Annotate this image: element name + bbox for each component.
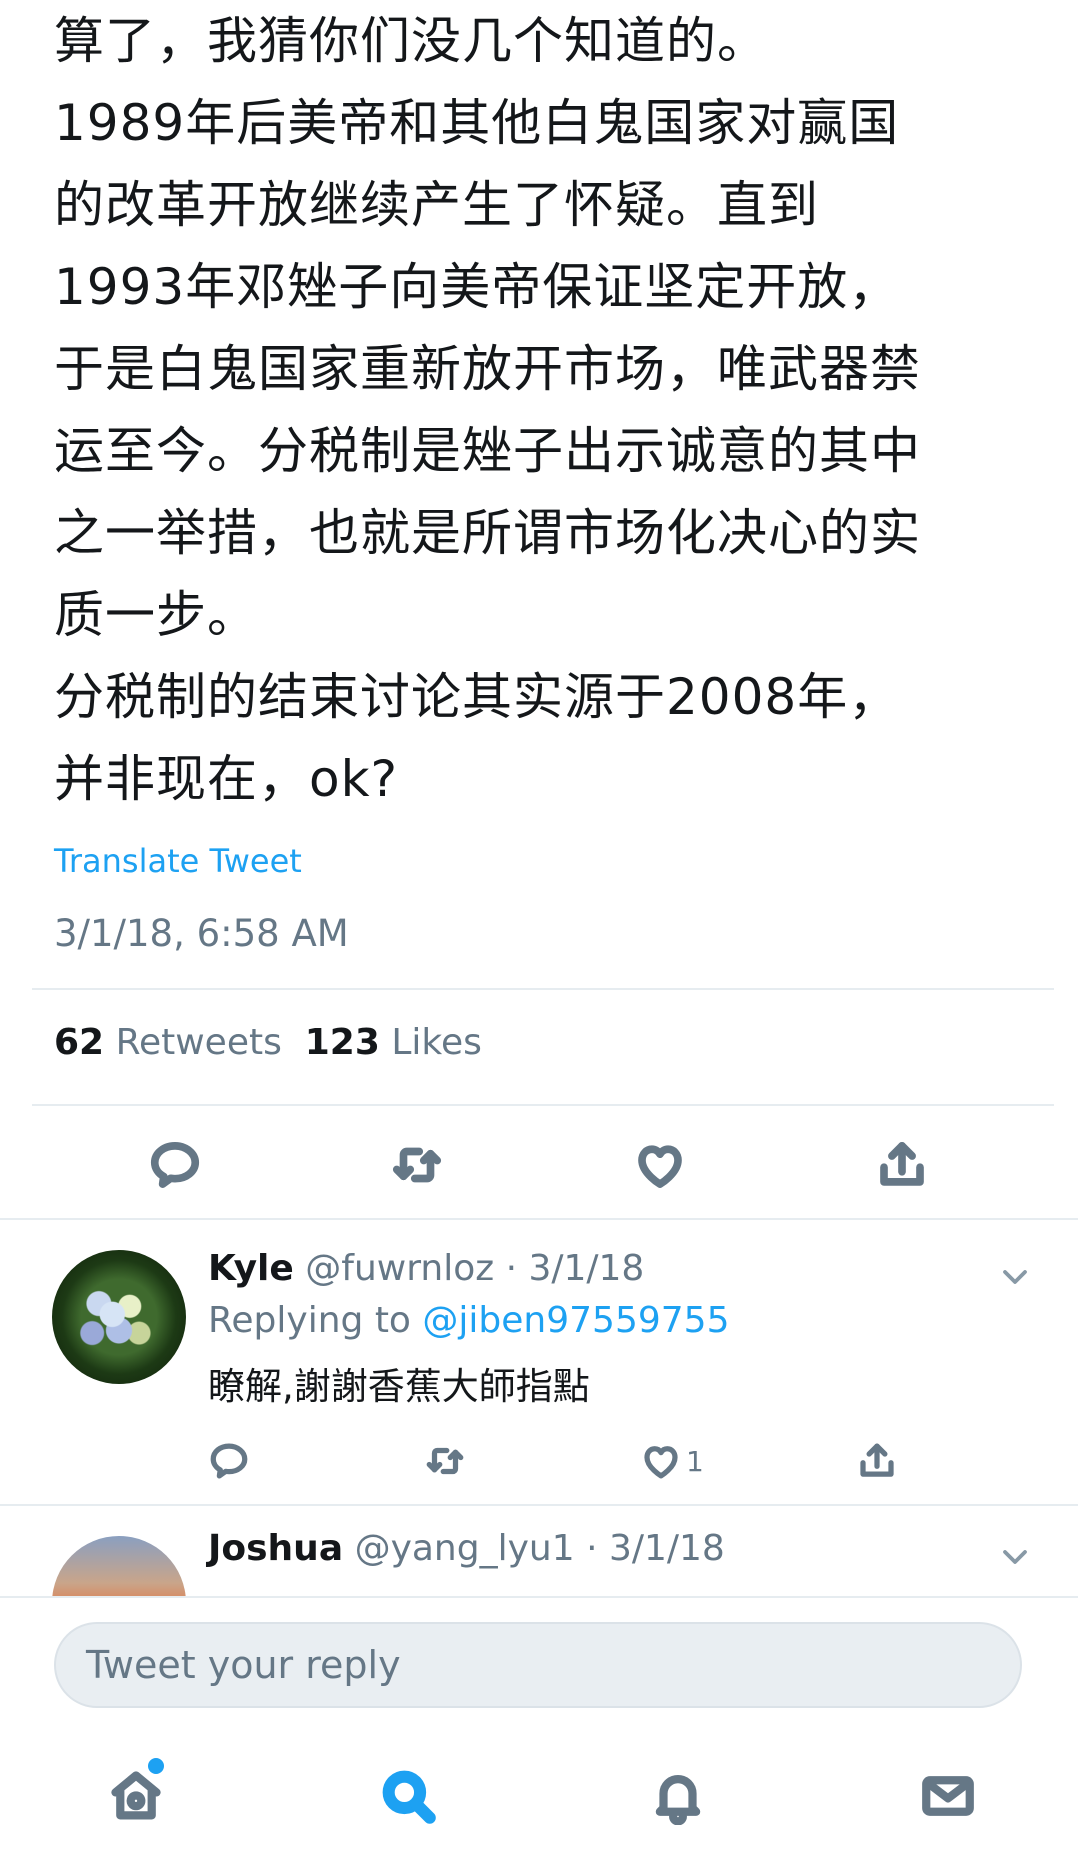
- divider: [32, 1104, 1054, 1106]
- tweet-line: 1989年后美帝和其他白鬼国家对赢国: [54, 94, 900, 152]
- reply-like-count: 1: [686, 1444, 704, 1478]
- tweet-reply-input[interactable]: Tweet your reply: [54, 1622, 1022, 1708]
- likes-label: Likes: [391, 1022, 482, 1063]
- reply-compose-bar: Tweet your reply: [0, 1596, 1078, 1718]
- avatar[interactable]: [52, 1536, 186, 1596]
- reply-author-name[interactable]: Joshua: [208, 1528, 343, 1569]
- retweet-button[interactable]: [382, 1130, 452, 1200]
- tab-search[interactable]: [376, 1764, 440, 1828]
- reply-reply-button[interactable]: [208, 1436, 250, 1486]
- reply-item[interactable]: Kyle @fuwrnloz · 3/1/18 Replying to @jib…: [0, 1220, 1078, 1504]
- tweet-stats: 62 Retweets 123 Likes: [54, 1022, 482, 1063]
- search-icon: [382, 1770, 436, 1824]
- replying-prefix: Replying to: [208, 1300, 411, 1341]
- reply-date: · 3/1/18: [505, 1248, 645, 1289]
- avatar[interactable]: [52, 1250, 186, 1384]
- tweet-line: 算了，我猜你们没几个知道的。: [54, 12, 768, 70]
- reply-icon: [150, 1142, 200, 1188]
- bell-icon: [655, 1775, 701, 1825]
- reply-date: · 3/1/18: [586, 1528, 725, 1569]
- tweet-line: 分税制的结束讨论其实源于2008年，: [54, 668, 900, 726]
- tweet-line: 之一举措，也就是所谓市场化决心的实: [54, 504, 921, 562]
- tweet-text: 算了，我猜你们没几个知道的。 1989年后美帝和其他白鬼国家对赢国 的改革开放继…: [54, 0, 1044, 820]
- reply-author-handle[interactable]: @yang_lyu1: [355, 1528, 575, 1569]
- home-icon: [111, 1771, 161, 1820]
- replying-to: Replying to @jiben97559755: [208, 1300, 729, 1341]
- retweets-label: Retweets: [115, 1022, 282, 1063]
- reply-retweet-button[interactable]: [424, 1436, 466, 1486]
- chevron-down-icon: [1003, 1550, 1027, 1564]
- bottom-tab-bar: [0, 1716, 1078, 1856]
- like-button[interactable]: [625, 1130, 695, 1200]
- translate-tweet-link[interactable]: Translate Tweet: [54, 842, 302, 880]
- reply-actions: 1: [0, 1436, 1078, 1486]
- tweet-line: 1993年邓矬子向美帝保证坚定开放，: [54, 258, 900, 316]
- tweet-line: 运至今。分税制是矬子出示诚意的其中: [54, 422, 921, 480]
- tab-notifications[interactable]: [646, 1764, 710, 1828]
- reply-header: Kyle @fuwrnloz · 3/1/18: [208, 1248, 644, 1289]
- reply-item[interactable]: Joshua @yang_lyu1 · 3/1/18: [0, 1506, 1078, 1596]
- like-icon: [644, 1446, 678, 1479]
- like-icon: [638, 1145, 682, 1188]
- reply-menu-caret[interactable]: [1000, 1262, 1030, 1292]
- reply-icon: [210, 1443, 248, 1479]
- replying-to-handle[interactable]: @jiben97559755: [422, 1300, 729, 1341]
- reply-text: 瞭解,謝謝香蕉大師指點: [208, 1365, 590, 1408]
- reply-author-name[interactable]: Kyle: [208, 1248, 294, 1289]
- notification-dot: [148, 1758, 164, 1774]
- retweet-icon: [392, 1147, 442, 1183]
- chevron-down-icon: [1003, 1270, 1027, 1284]
- share-icon: [880, 1142, 924, 1186]
- tab-messages[interactable]: [916, 1764, 980, 1828]
- retweet-icon: [426, 1447, 464, 1475]
- reply-menu-caret[interactable]: [1000, 1542, 1030, 1572]
- reply-button[interactable]: [140, 1130, 210, 1200]
- reply-header: Joshua @yang_lyu1 · 3/1/18: [208, 1528, 725, 1569]
- likes-stat[interactable]: 123 Likes: [305, 1022, 482, 1063]
- reply-like-button[interactable]: 1: [640, 1436, 704, 1486]
- reply-author-handle[interactable]: @fuwrnloz: [305, 1248, 494, 1289]
- share-button[interactable]: [867, 1130, 937, 1200]
- reply-share-button[interactable]: [856, 1436, 898, 1486]
- tweet-line: 于是白鬼国家重新放开市场，唯武器禁: [54, 340, 921, 398]
- tweet-line: 质一步。: [54, 586, 258, 644]
- retweets-stat[interactable]: 62 Retweets: [54, 1022, 282, 1063]
- likes-count: 123: [304, 1022, 380, 1063]
- divider: [32, 988, 1054, 990]
- tweet-line: 并非现在，ok?: [54, 750, 399, 808]
- tweet-line: 的改革开放继续产生了怀疑。直到: [54, 176, 819, 234]
- mail-icon: [922, 1776, 974, 1816]
- share-icon: [860, 1443, 894, 1477]
- tweet-actions: [0, 1130, 1078, 1200]
- tweet-timestamp: 3/1/18, 6:58 AM: [54, 912, 349, 955]
- retweets-count: 62: [54, 1022, 105, 1063]
